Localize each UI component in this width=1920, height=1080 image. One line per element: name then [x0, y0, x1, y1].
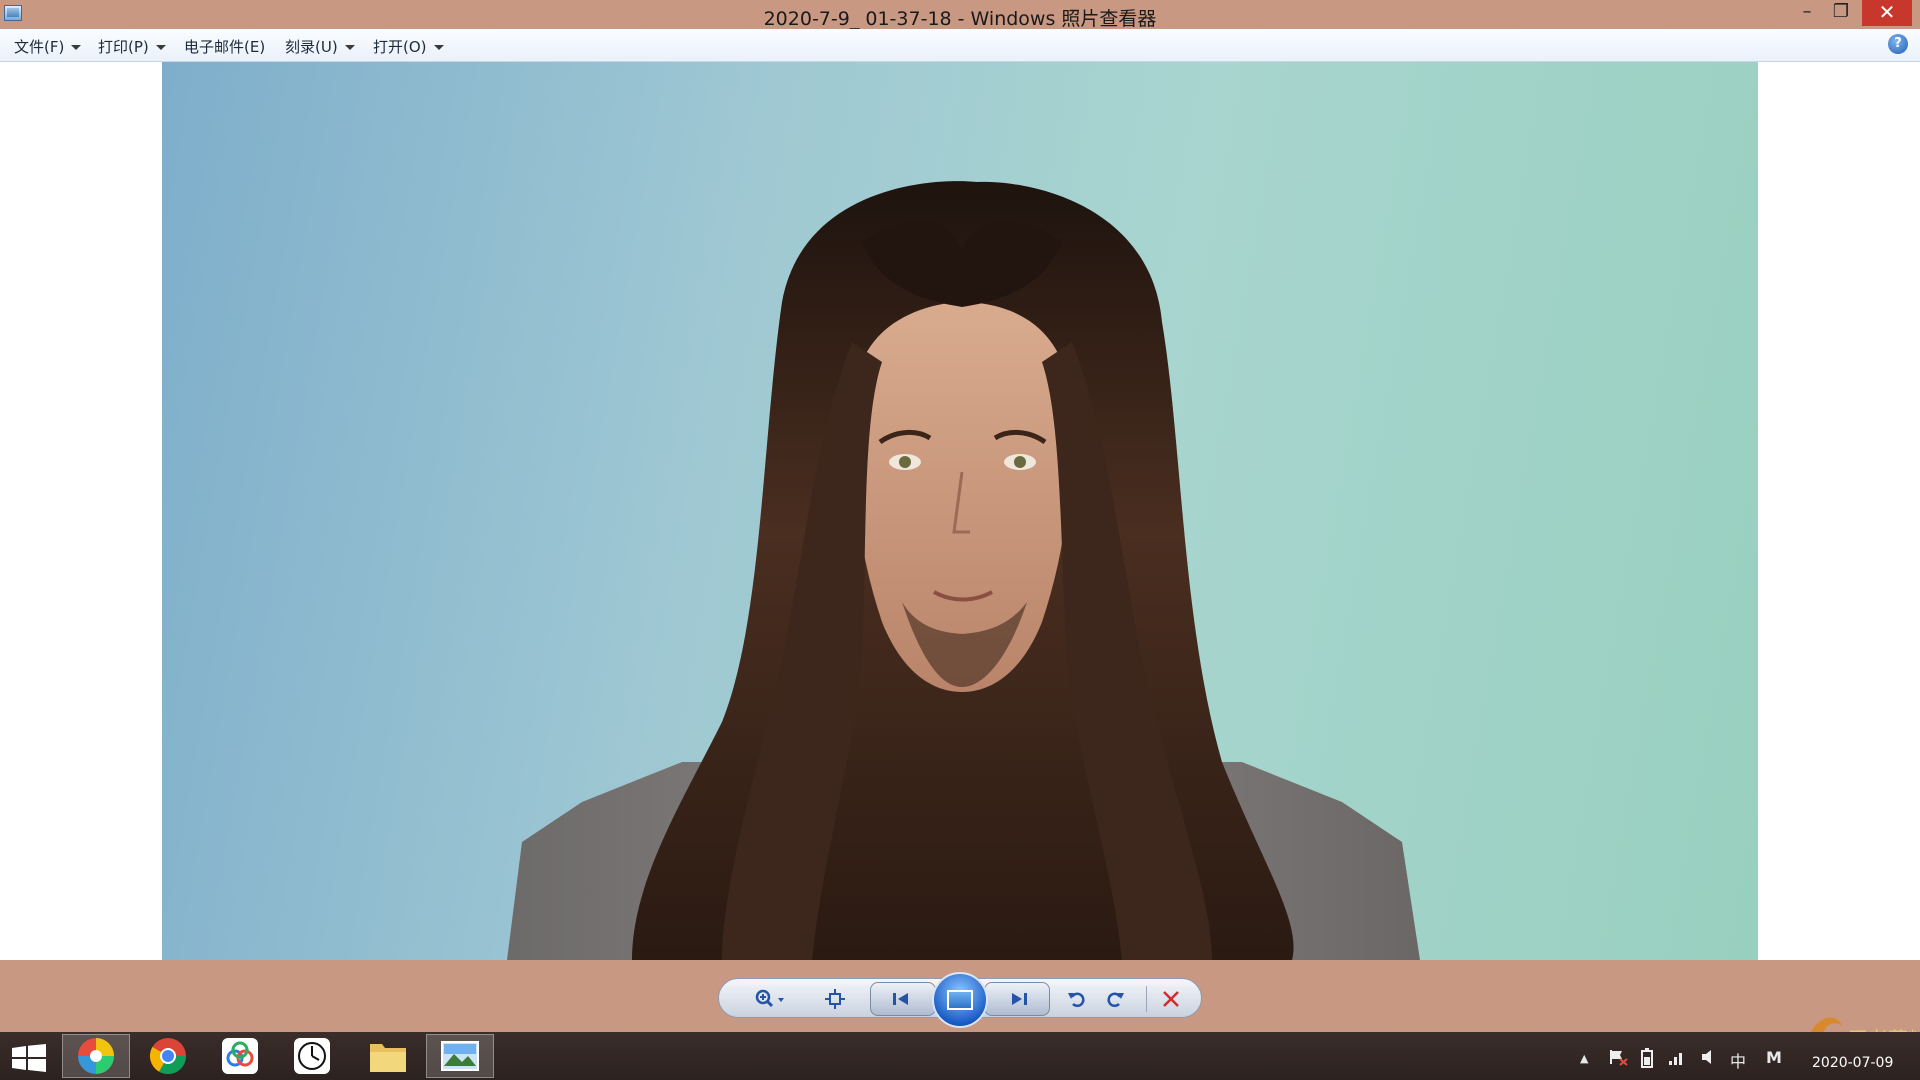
network-flag-icon[interactable]: [1608, 1048, 1628, 1070]
previous-icon[interactable]: [890, 988, 912, 1010]
minimize-button[interactable]: –: [1792, 0, 1822, 26]
window-title: 2020-7-9_ 01-37-18 - Windows 照片查看器: [763, 8, 1157, 30]
portrait-illustration: [507, 181, 1420, 960]
next-icon[interactable]: [1008, 988, 1030, 1010]
menu-file-label: 文件(F): [14, 38, 65, 56]
chevron-down-icon: [344, 45, 355, 50]
taskbar-chrome[interactable]: [134, 1034, 202, 1078]
clock-app-icon: [294, 1038, 330, 1074]
chevron-down-icon: [433, 45, 444, 50]
show-hidden-icons[interactable]: ▲: [1580, 1052, 1588, 1065]
rotate-ccw-icon[interactable]: [1066, 988, 1088, 1010]
taskbar-clock-app[interactable]: [278, 1034, 346, 1078]
slideshow-button[interactable]: [932, 972, 988, 1028]
taskbar-photo-viewer[interactable]: [426, 1034, 494, 1078]
taskbar-file-explorer[interactable]: [354, 1034, 422, 1078]
cloud-app-icon: [222, 1038, 258, 1074]
menu-file[interactable]: 文件(F): [14, 36, 82, 57]
signal-icon[interactable]: [1668, 1048, 1686, 1070]
taskbar-clock-date[interactable]: 2020-07-09: [1812, 1055, 1893, 1071]
taskbar: [0, 1032, 1920, 1080]
chevron-down-icon: [71, 45, 82, 50]
taskbar-baidu-netdisk[interactable]: [206, 1034, 274, 1078]
windows-start-icon[interactable]: [12, 1044, 46, 1072]
menu-email-label: 电子邮件(E): [184, 38, 266, 56]
menu-open[interactable]: 打开(O): [373, 36, 444, 57]
maximize-button[interactable]: ❐: [1826, 0, 1856, 26]
folder-icon: [370, 1044, 406, 1072]
close-button[interactable]: ✕: [1862, 0, 1912, 26]
menu-open-label: 打开(O): [373, 38, 427, 56]
fit-icon[interactable]: [824, 988, 846, 1010]
menu-burn-label: 刻录(U): [285, 38, 338, 56]
title-bar: 2020-7-9_ 01-37-18 - Windows 照片查看器 – ❐ ✕: [0, 0, 1920, 30]
chrome-icon: [149, 1038, 186, 1075]
help-icon[interactable]: ?: [1888, 34, 1908, 54]
menu-print[interactable]: 打印(P): [98, 36, 166, 57]
color-wheel-icon: [78, 1038, 114, 1074]
toolbar-divider: [1146, 986, 1147, 1012]
rotate-cw-icon[interactable]: [1104, 988, 1126, 1010]
displayed-photo: [162, 62, 1758, 960]
zoom-icon[interactable]: [752, 988, 788, 1010]
slideshow-icon: [947, 990, 973, 1010]
menu-bar: 文件(F) 打印(P) 电子邮件(E) 刻录(U) 打开(O) ?: [0, 29, 1920, 62]
taskbar-color-wheel-app[interactable]: [62, 1034, 130, 1078]
battery-icon[interactable]: [1640, 1048, 1654, 1072]
delete-icon[interactable]: [1160, 988, 1182, 1010]
photo-viewport[interactable]: [0, 62, 1920, 960]
photo-viewer-taskbar-icon: [441, 1041, 479, 1071]
menu-print-label: 打印(P): [98, 38, 149, 56]
chevron-down-icon: [155, 45, 166, 50]
volume-icon[interactable]: [1700, 1048, 1716, 1070]
menu-email[interactable]: 电子邮件(E): [184, 36, 265, 57]
menu-burn[interactable]: 刻录(U): [285, 36, 355, 57]
ime-indicator[interactable]: 中: [1730, 1048, 1746, 1072]
ime-mode-indicator[interactable]: M: [1766, 1048, 1782, 1067]
